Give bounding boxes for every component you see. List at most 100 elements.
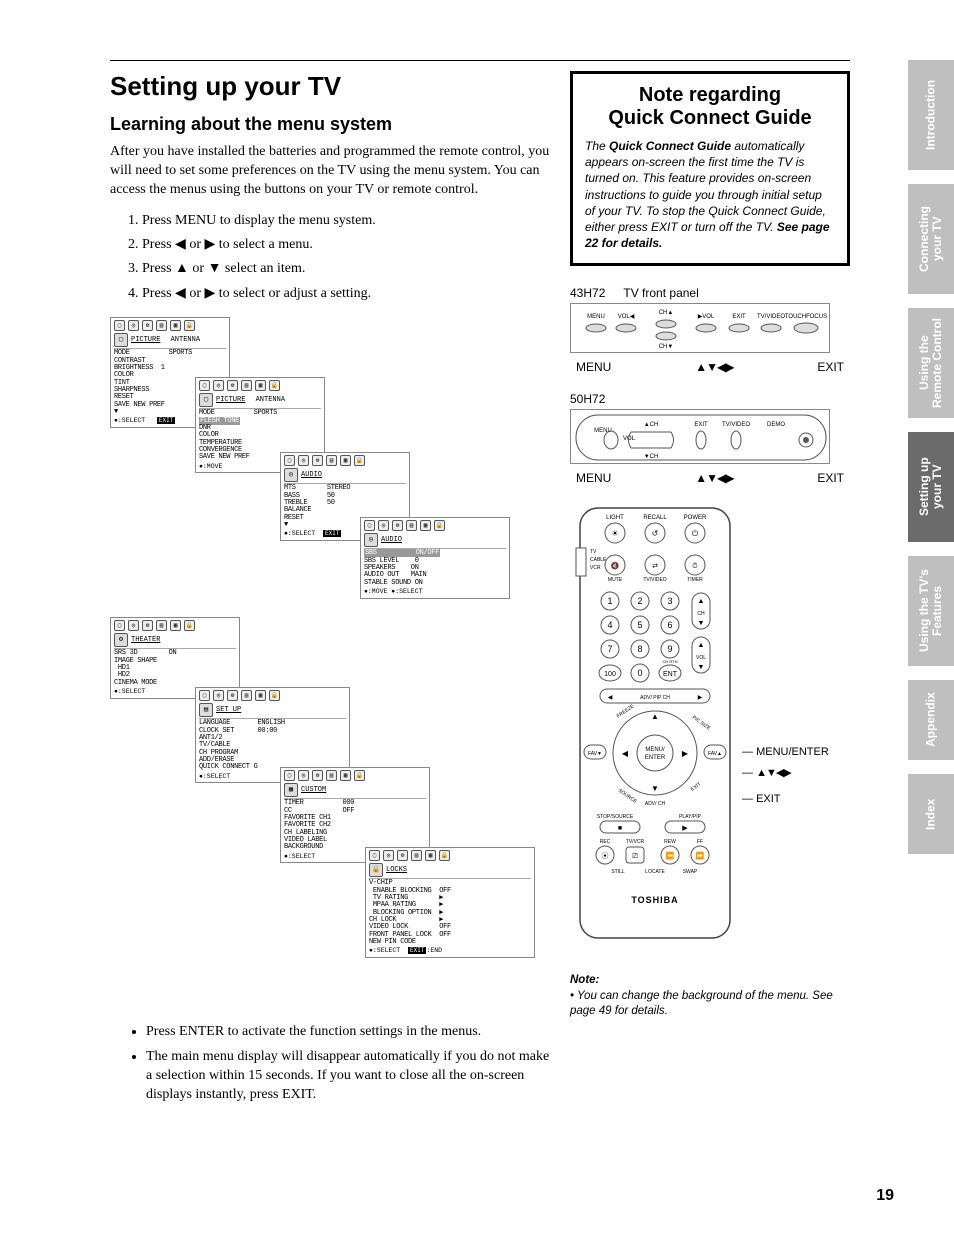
svg-text:RECALL: RECALL	[643, 515, 667, 521]
svg-text:TIMER: TIMER	[687, 577, 703, 583]
tab-features[interactable]: Using the TV's Features	[908, 556, 954, 666]
svg-text:⇄: ⇄	[652, 563, 658, 570]
tab-introduction[interactable]: Introduction	[908, 60, 954, 170]
tab-remote-control[interactable]: Using the Remote Control	[908, 308, 954, 418]
svg-text:0: 0	[637, 668, 642, 678]
svg-text:CABLE: CABLE	[590, 557, 607, 563]
menu-locks: ▢◎⚙▤▦🔒 🔒LOCKS V-CHIP ENABLE BLOCKING OFF…	[365, 847, 535, 958]
steps-list: Press MENU to display the menu system. P…	[142, 210, 550, 306]
annot-exit: EXIT	[756, 793, 780, 805]
remote-control-diagram: LIGHT☀ RECALL↺ POWER⏻ TVCABLEVCR MUTE🔇 T…	[570, 503, 850, 943]
svg-text:MENU: MENU	[587, 314, 605, 320]
svg-text:FAV▲: FAV▲	[708, 751, 722, 757]
svg-text:EXIT: EXIT	[694, 422, 708, 428]
panel-50h72-svg: MENU VOL ▲CH ▼CH EXIT TV/VIDEO DEMO	[570, 409, 830, 464]
svg-text:ADV/ PIP CH: ADV/ PIP CH	[640, 695, 670, 701]
svg-text:⏱: ⏱	[692, 562, 698, 570]
svg-text:FAV▼: FAV▼	[588, 751, 602, 757]
svg-text:◀: ◀	[622, 749, 629, 758]
tab-appendix[interactable]: Appendix	[908, 680, 954, 760]
svg-text:100: 100	[604, 671, 616, 678]
svg-text:TV/VIDEO: TV/VIDEO	[643, 577, 666, 583]
svg-text:▶: ▶	[698, 695, 703, 701]
side-tabs: Introduction Connecting your TV Using th…	[908, 60, 954, 854]
svg-text:▲CH: ▲CH	[644, 422, 659, 428]
svg-text:TOUCHFOCUS: TOUCHFOCUS	[785, 314, 827, 320]
page-title: Setting up your TV	[110, 71, 550, 102]
panel-43h72-svg: MENU VOL◀ CH▲ ▶VOL EXIT TV/VIDEO TOUCHFO…	[570, 303, 830, 353]
svg-text:▶: ▶	[682, 825, 688, 832]
svg-text:9: 9	[667, 644, 672, 654]
svg-text:VOL: VOL	[696, 655, 706, 661]
note-1: Press ENTER to activate the function set…	[146, 1023, 550, 1042]
svg-text:▲: ▲	[651, 712, 659, 721]
menu-audio-2: ▢◎⚙▤▦🔒 ◎AUDIO SBS ON/OFF SBS LEVEL 0 SPE…	[360, 517, 510, 599]
svg-text:■: ■	[618, 825, 622, 832]
svg-text:⦿: ⦿	[602, 852, 609, 860]
svg-text:FF: FF	[697, 839, 703, 845]
svg-text:▼: ▼	[651, 784, 659, 793]
svg-text:⎚: ⎚	[632, 853, 638, 860]
menu-diagram-cluster: ▢◎⚙▤▦🔒 ▢PICTURE ANTENNA MODE SPORTS CONT…	[110, 317, 550, 1017]
svg-text:LOCATE: LOCATE	[645, 869, 665, 875]
svg-text:4: 4	[607, 620, 612, 630]
svg-text:CH▲: CH▲	[659, 310, 674, 316]
svg-text:SWAP: SWAP	[683, 869, 698, 875]
front-panel-50h72: 50H72 MENU VOL ▲CH ▼CH EXIT TV/VIDEO DEM…	[570, 392, 850, 485]
svg-text:☀: ☀	[611, 529, 618, 538]
svg-text:TV: TV	[590, 549, 597, 555]
svg-text:ENTER: ENTER	[645, 755, 666, 761]
svg-text:CH RTN: CH RTN	[662, 659, 677, 664]
step-3: Press ▲ or ▼ select an item.	[142, 258, 550, 280]
tab-connecting[interactable]: Connecting your TV	[908, 184, 954, 294]
tab-setting-up[interactable]: Setting up your TV	[908, 432, 954, 542]
svg-text:ADV/ CH: ADV/ CH	[645, 801, 666, 807]
svg-text:STOP/SOURCE: STOP/SOURCE	[597, 814, 634, 820]
front-panel-43h72: 43H72 TV front panel MENU VOL◀ CH▲ ▶VOL …	[570, 286, 850, 374]
svg-text:2: 2	[637, 596, 642, 606]
svg-text:7: 7	[607, 644, 612, 654]
svg-text:⏩: ⏩	[696, 851, 705, 860]
callout-title: Note regarding Quick Connect Guide	[585, 84, 835, 130]
svg-text:▼: ▼	[698, 620, 705, 627]
svg-text:MENU/: MENU/	[645, 747, 665, 753]
svg-text:CH: CH	[697, 611, 705, 617]
svg-text:LIGHT: LIGHT	[606, 515, 624, 521]
svg-text:VCR: VCR	[590, 565, 601, 571]
svg-text:5: 5	[637, 620, 642, 630]
svg-text:▶: ▶	[682, 749, 689, 758]
svg-text:EXIT: EXIT	[732, 314, 746, 320]
bottom-note: Note: • You can change the background of…	[570, 973, 850, 1020]
annot-arrows: ▲▼◀▶	[756, 767, 791, 779]
svg-text:TV/VIDEO: TV/VIDEO	[757, 314, 785, 320]
svg-text:◀: ◀	[608, 695, 613, 701]
svg-text:CH▼: CH▼	[659, 344, 674, 350]
section-heading: Learning about the menu system	[110, 114, 550, 135]
svg-text:REC: REC	[600, 839, 611, 845]
svg-text:STILL: STILL	[611, 869, 625, 875]
tab-index[interactable]: Index	[908, 774, 954, 854]
svg-text:▲: ▲	[698, 598, 705, 605]
svg-text:⏪: ⏪	[666, 851, 675, 860]
svg-text:▼CH: ▼CH	[644, 454, 659, 460]
svg-text:TOSHIBA: TOSHIBA	[631, 895, 678, 905]
svg-text:REW: REW	[664, 839, 676, 845]
quick-connect-callout: Note regarding Quick Connect Guide The Q…	[570, 71, 850, 266]
svg-text:POWER: POWER	[684, 515, 707, 521]
svg-text:⏻: ⏻	[692, 529, 699, 538]
page-number: 19	[876, 1187, 894, 1205]
svg-text:🔇: 🔇	[611, 561, 620, 570]
annot-menu-enter: MENU/ENTER	[756, 746, 829, 758]
callout-body: The Quick Connect Guide automatically ap…	[585, 138, 835, 251]
notes-list: Press ENTER to activate the function set…	[140, 1023, 550, 1105]
svg-text:8: 8	[637, 644, 642, 654]
svg-text:DEMO: DEMO	[767, 422, 785, 428]
step-1: Press MENU to display the menu system.	[142, 210, 550, 232]
svg-text:TV/VIDEO: TV/VIDEO	[722, 422, 750, 428]
svg-text:▲: ▲	[698, 642, 705, 649]
svg-text:MUTE: MUTE	[608, 577, 623, 583]
svg-text:VOL◀: VOL◀	[618, 314, 635, 320]
svg-text:▼: ▼	[698, 664, 705, 671]
note-2: The main menu display will disappear aut…	[146, 1048, 550, 1105]
step-2: Press ◀ or ▶ to select a menu.	[142, 234, 550, 256]
